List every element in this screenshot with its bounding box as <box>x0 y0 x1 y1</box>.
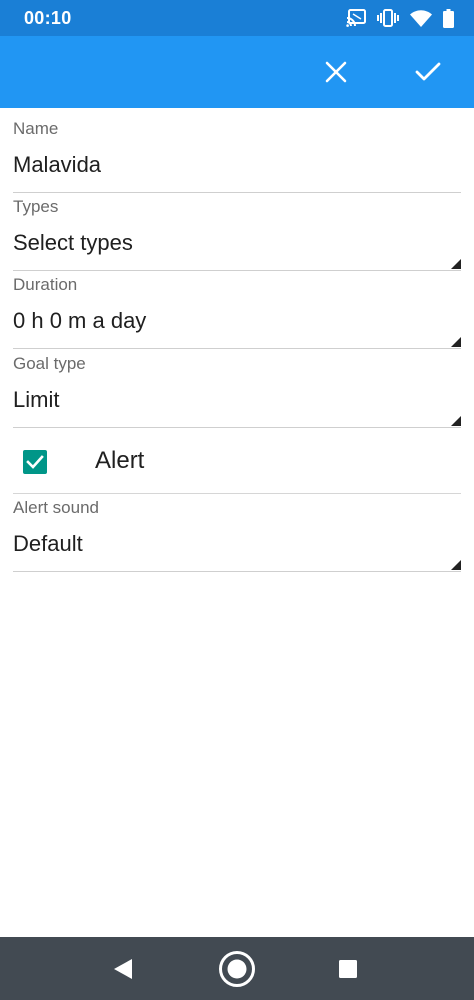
back-button[interactable] <box>102 948 144 990</box>
duration-dropdown[interactable]: 0 h 0 m a day <box>13 308 433 334</box>
home-button[interactable] <box>216 948 258 990</box>
status-bar: 00:10 <box>0 0 474 36</box>
recents-icon <box>339 960 357 978</box>
goal-type-dropdown[interactable]: Limit <box>13 387 433 413</box>
duration-underline <box>13 348 461 349</box>
home-icon <box>219 951 255 987</box>
recents-button[interactable] <box>327 948 369 990</box>
alert-divider <box>13 493 461 494</box>
app-bar <box>0 36 474 108</box>
types-dropdown-arrow-icon[interactable] <box>451 259 461 269</box>
alert-sound-underline <box>13 571 461 572</box>
alert-label[interactable]: Alert <box>95 447 144 475</box>
name-underline <box>13 192 461 193</box>
types-field: Types Select types <box>13 197 461 273</box>
vibrate-icon <box>377 9 399 27</box>
goal-type-dropdown-arrow-icon[interactable] <box>451 416 461 426</box>
alert-sound-dropdown[interactable]: Default <box>13 531 433 557</box>
wifi-icon <box>410 9 432 27</box>
goal-edit-screen: 00:10 Name Malavida Types Select types D… <box>0 0 474 1000</box>
check-icon <box>415 62 441 81</box>
battery-icon <box>443 8 454 28</box>
save-button[interactable] <box>404 48 452 96</box>
back-icon <box>114 959 132 979</box>
name-input[interactable]: Malavida <box>13 152 433 178</box>
duration-field: Duration 0 h 0 m a day <box>13 275 461 351</box>
status-icons <box>346 7 454 29</box>
alert-checkbox[interactable] <box>23 450 47 474</box>
name-label: Name <box>13 119 59 138</box>
types-label: Types <box>13 197 59 216</box>
alert-sound-dropdown-arrow-icon[interactable] <box>451 560 461 570</box>
goal-type-label: Goal type <box>13 354 86 373</box>
types-underline <box>13 270 461 271</box>
goal-type-field: Goal type Limit <box>13 354 461 430</box>
alert-sound-field: Alert sound Default <box>13 498 461 574</box>
alert-row[interactable]: Alert <box>13 430 461 494</box>
close-button[interactable] <box>312 48 360 96</box>
duration-dropdown-arrow-icon[interactable] <box>451 337 461 347</box>
cast-icon <box>346 9 366 27</box>
goal-type-underline <box>13 427 461 428</box>
status-time: 00:10 <box>24 8 72 28</box>
types-dropdown[interactable]: Select types <box>13 230 433 256</box>
alert-sound-label: Alert sound <box>13 498 99 517</box>
duration-label: Duration <box>13 275 78 294</box>
close-icon <box>325 61 347 83</box>
checkbox-check-icon <box>26 455 44 469</box>
name-field: Name Malavida <box>13 119 461 195</box>
navigation-bar <box>0 937 474 1000</box>
